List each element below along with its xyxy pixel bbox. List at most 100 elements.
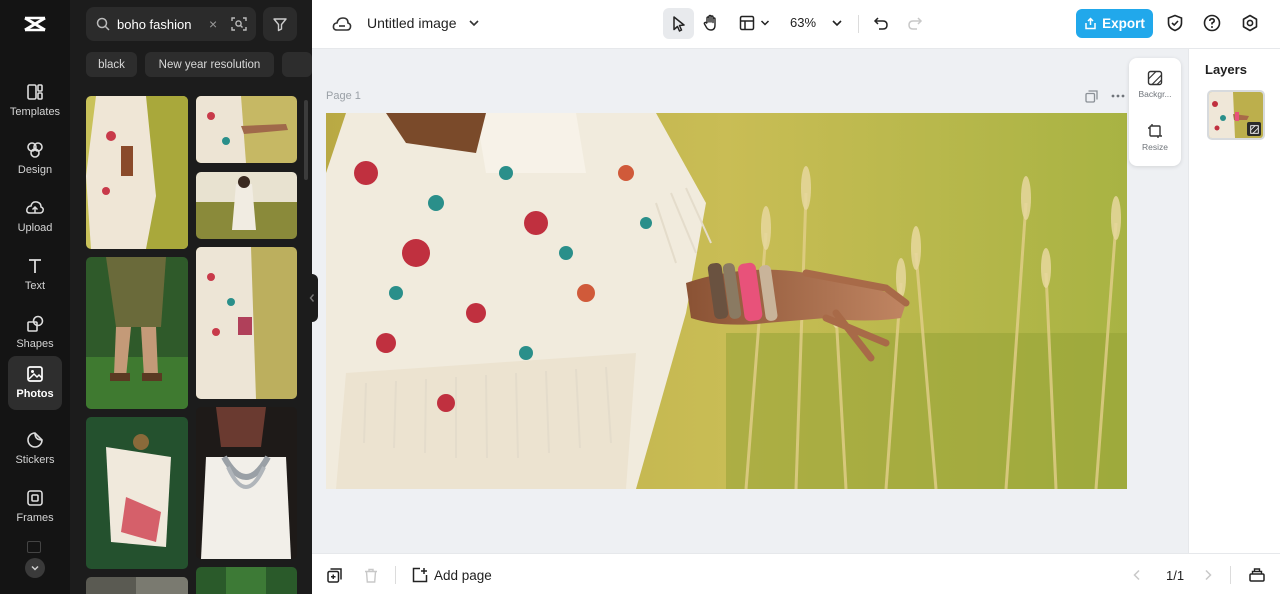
redo-icon xyxy=(908,17,923,30)
layer-item[interactable] xyxy=(1207,90,1265,140)
suggestion-chip[interactable]: black xyxy=(86,52,137,77)
rail-item-photos[interactable]: Photos xyxy=(8,356,62,410)
rail-label-shapes: Shapes xyxy=(16,338,54,350)
capcut-logo-icon[interactable] xyxy=(21,10,49,38)
photo-thumbnail-image xyxy=(86,96,188,249)
rail-item-frames[interactable]: Frames xyxy=(8,480,62,534)
rail-item-text[interactable]: Text xyxy=(8,248,62,302)
bottom-bar: Add page 1/1 xyxy=(312,553,1280,594)
panel-scrollbar[interactable] xyxy=(304,100,308,180)
rail-item-templates[interactable]: Templates xyxy=(8,74,62,128)
photo-thumbnail[interactable] xyxy=(196,407,297,559)
rail-label-upload: Upload xyxy=(17,222,53,234)
more-tools-button[interactable] xyxy=(25,558,45,578)
duplicate-icon xyxy=(1084,89,1098,103)
undo-button[interactable] xyxy=(871,13,891,33)
search-icon xyxy=(96,17,110,31)
apps-icon xyxy=(27,541,41,553)
photo-thumbnail-image xyxy=(196,407,297,559)
previous-page-button[interactable] xyxy=(1130,568,1144,582)
photos-icon xyxy=(27,366,43,382)
shapes-icon xyxy=(27,315,44,332)
duplicate-page-button[interactable] xyxy=(1084,89,1098,103)
export-button[interactable]: Export xyxy=(1076,9,1153,38)
help-button[interactable] xyxy=(1202,13,1222,33)
pages-icon xyxy=(1249,568,1265,582)
photo-thumbnail[interactable] xyxy=(196,96,297,163)
cloud-save-button[interactable] xyxy=(331,13,353,35)
chevron-right-icon xyxy=(1205,569,1212,581)
chevron-down-icon xyxy=(31,565,39,571)
delete-page-button[interactable] xyxy=(363,567,379,583)
redo-button[interactable] xyxy=(905,13,925,33)
cloud-icon xyxy=(332,17,352,31)
photo-thumbnail-image xyxy=(86,417,188,569)
resize-icon xyxy=(1148,124,1162,138)
photo-thumbnail[interactable] xyxy=(86,417,188,569)
shield-icon xyxy=(1167,14,1183,32)
zoom-level[interactable]: 63% xyxy=(790,15,816,30)
page-options-button[interactable] xyxy=(1110,89,1126,103)
document-title[interactable]: Untitled image xyxy=(367,15,457,31)
layers-panel: Layers xyxy=(1188,49,1280,553)
background-tool-button[interactable]: Backgr... xyxy=(1129,62,1181,108)
frames-icon xyxy=(27,490,43,506)
chevron-down-icon xyxy=(832,20,842,27)
photo-thumbnail[interactable] xyxy=(196,172,297,239)
add-page-button[interactable]: Add page xyxy=(412,567,492,583)
text-icon xyxy=(29,259,41,273)
duplicate-page-bottom-button[interactable] xyxy=(326,567,342,583)
photo-thumbnail-image xyxy=(196,567,297,594)
brand-kit-button[interactable] xyxy=(1165,13,1185,33)
divider xyxy=(395,566,396,584)
export-label: Export xyxy=(1102,16,1145,31)
add-page-label: Add page xyxy=(434,567,492,583)
title-menu-button[interactable] xyxy=(467,16,481,30)
templates-icon xyxy=(27,84,43,100)
photo-thumbnail[interactable] xyxy=(86,257,188,409)
filter-button[interactable] xyxy=(263,7,297,41)
resize-tool-button[interactable]: Resize xyxy=(1129,115,1181,161)
divider xyxy=(858,15,859,33)
layout-icon xyxy=(739,15,755,31)
photo-thumbnail[interactable] xyxy=(196,567,297,594)
trash-icon xyxy=(365,568,377,583)
resize-tool-label: Resize xyxy=(1142,142,1168,152)
collapse-panel-button[interactable] xyxy=(305,274,318,322)
zoom-menu-button[interactable] xyxy=(830,16,844,30)
hand-icon xyxy=(703,14,716,31)
rail-item-stickers[interactable]: Stickers xyxy=(8,422,62,476)
background-icon xyxy=(1147,70,1163,86)
layout-menu-button[interactable] xyxy=(759,17,771,29)
hand-tool-button[interactable] xyxy=(700,12,722,34)
rail-label-photos: Photos xyxy=(16,388,54,400)
layers-title: Layers xyxy=(1205,62,1247,77)
clear-search-icon[interactable]: × xyxy=(209,16,217,32)
chevron-left-icon xyxy=(309,294,314,302)
chevron-down-icon xyxy=(760,20,770,26)
suggestion-chip[interactable]: New year resolution xyxy=(145,52,274,77)
photo-thumbnail[interactable] xyxy=(86,577,188,594)
photo-thumbnail[interactable] xyxy=(196,247,297,399)
page-manager-button[interactable] xyxy=(1248,567,1266,583)
background-icon xyxy=(1249,124,1259,134)
search-input[interactable]: boho fashion xyxy=(117,17,203,32)
suggestion-chip-partial[interactable] xyxy=(282,52,312,77)
canvas-image[interactable] xyxy=(326,113,1127,489)
rail-label-design: Design xyxy=(17,164,53,176)
help-icon xyxy=(1203,14,1221,32)
chevron-left-icon xyxy=(1133,569,1140,581)
photo-thumbnail[interactable] xyxy=(86,96,188,249)
select-tool-button[interactable] xyxy=(663,8,694,39)
settings-button[interactable] xyxy=(1240,13,1260,33)
canvas-quick-tools: Backgr... Resize xyxy=(1129,58,1181,166)
layout-button[interactable] xyxy=(737,13,757,33)
design-icon xyxy=(27,142,43,158)
search-box[interactable]: boho fashion × xyxy=(86,7,256,41)
image-search-icon[interactable] xyxy=(231,16,247,32)
rail-item-upload[interactable]: Upload xyxy=(8,190,62,244)
rail-item-shapes[interactable]: Shapes xyxy=(8,306,62,360)
next-page-button[interactable] xyxy=(1201,568,1215,582)
top-bar: Untitled image 63% Export xyxy=(312,0,1280,49)
rail-item-design[interactable]: Design xyxy=(8,132,62,186)
